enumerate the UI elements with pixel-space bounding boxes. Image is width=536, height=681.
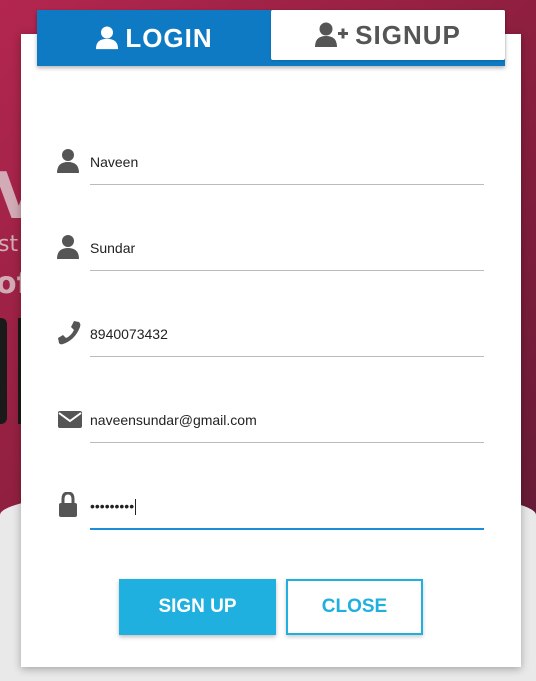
first-name-input[interactable]: Naveen	[90, 150, 484, 185]
phone-input[interactable]: 8940073432	[90, 322, 484, 357]
auth-tabs: LOGIN SIGNUP	[37, 10, 505, 66]
close-button[interactable]: CLOSE	[286, 579, 423, 635]
password-masked-value: •••••••••	[90, 498, 135, 514]
text-cursor	[135, 499, 137, 516]
phone-icon	[58, 321, 81, 345]
signup-modal: Naveen Sundar 8940073432 naveensundar@gm…	[21, 34, 521, 667]
signup-button[interactable]: SIGN UP	[119, 579, 276, 635]
email-field[interactable]: naveensundar@gmail.com	[57, 400, 484, 443]
lock-icon	[59, 492, 77, 517]
user-icon	[57, 235, 79, 259]
envelope-icon	[58, 411, 82, 428]
tab-signup[interactable]: SIGNUP	[271, 10, 505, 60]
last-name-field[interactable]: Sundar	[57, 228, 484, 271]
password-field[interactable]: •••••••••	[57, 486, 484, 530]
tab-login-label: LOGIN	[125, 22, 213, 53]
user-icon	[96, 26, 119, 50]
password-input[interactable]: •••••••••	[90, 494, 484, 530]
user-plus-icon	[315, 22, 349, 47]
last-name-input[interactable]: Sundar	[90, 236, 484, 271]
background-text-fragment: st	[0, 232, 19, 257]
phone-field[interactable]: 8940073432	[57, 314, 484, 357]
background-card	[0, 318, 7, 424]
tab-signup-label: SIGNUP	[355, 19, 461, 50]
first-name-field[interactable]: Naveen	[57, 142, 484, 185]
tab-login[interactable]: LOGIN	[37, 10, 271, 66]
user-icon	[57, 149, 79, 173]
email-input[interactable]: naveensundar@gmail.com	[90, 408, 484, 443]
